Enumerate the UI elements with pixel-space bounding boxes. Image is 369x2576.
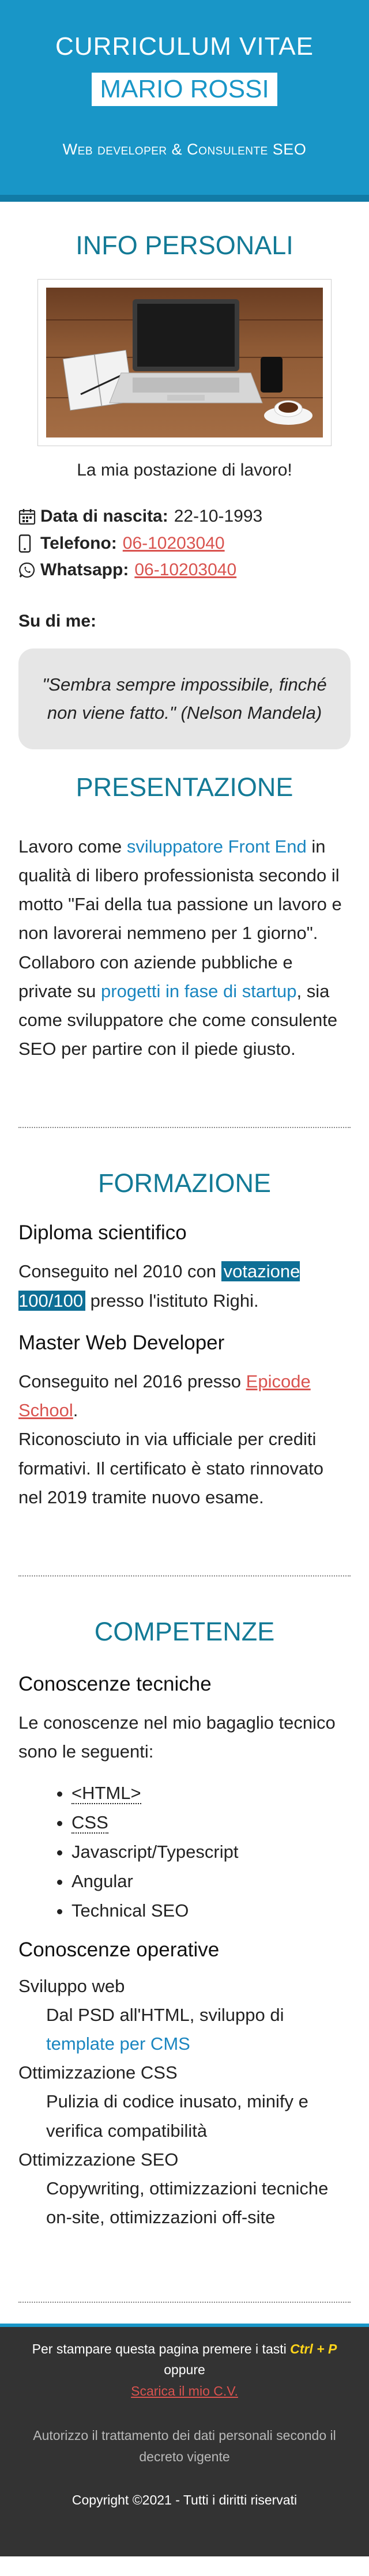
- photo-caption: La mia postazione di lavoro!: [77, 461, 292, 480]
- operational-skill-desc: Copywriting, ottimizzazioni tecniche on-…: [46, 2178, 329, 2228]
- birth-date-label: Data di nascita:: [40, 507, 168, 526]
- education-item-title: Master Web Developer: [18, 1331, 225, 1354]
- operational-skill-term: Ottimizzazione SEO: [18, 2149, 179, 2170]
- skill-item: Technical SEO: [71, 1896, 351, 1926]
- education-text: Riconosciuto in via ufficiale per credit…: [18, 1429, 323, 1507]
- skills-intro: Le conoscenze nel mio bagaglio tecnico s…: [18, 1712, 336, 1762]
- skill-item: <HTML>: [71, 1779, 351, 1808]
- cms-templates-link[interactable]: template per CMS: [46, 2034, 190, 2054]
- whatsapp-icon: [18, 561, 40, 579]
- education-section-title: FORMAZIONE: [98, 1168, 271, 1198]
- operational-skill-text: Dal PSD all'HTML, sviluppo di: [46, 2004, 284, 2025]
- mobile-phone-icon: [18, 534, 40, 553]
- whatsapp-row: Whatsapp: 06-10203040: [18, 557, 351, 584]
- operational-skills-subtitle: Conoscenze operative: [18, 1938, 220, 1961]
- laptop-illustration: [62, 299, 312, 425]
- workstation-image: [46, 288, 323, 437]
- workstation-photo: [37, 279, 332, 446]
- front-end-link[interactable]: sviluppatore Front End: [127, 836, 307, 857]
- print-instructions: Per stampare questa pagina premere i tas…: [17, 2339, 352, 2381]
- skill-item: Javascript/Typescript: [71, 1838, 351, 1867]
- download-cv-link[interactable]: Scarica il mio C.V.: [131, 2383, 238, 2398]
- print-text: oppure: [164, 2362, 205, 2378]
- education-item-desc: Conseguito nel 2016 presso Epicode Schoo…: [18, 1367, 351, 1512]
- cv-content: INFO PERSONALI La mia postazione di lavo…: [0, 231, 369, 2303]
- phone-label: Telefono:: [40, 533, 117, 553]
- copyright: Copyright ©2021 - Tutti i diritti riserv…: [71, 2492, 298, 2507]
- education-text: Conseguito nel 2016 presso: [18, 1371, 246, 1391]
- section-divider: [18, 2301, 351, 2303]
- presentation-text: Lavoro come sviluppatore Front End in qu…: [18, 832, 351, 1064]
- startup-projects-link[interactable]: progetti in fase di startup: [101, 981, 296, 1001]
- about-label: Su di me:: [18, 611, 97, 631]
- operational-skill-desc: Pulizia di codice inusato, minify e veri…: [46, 2091, 308, 2141]
- phone-link[interactable]: 06-10203040: [123, 530, 225, 557]
- skills-list: <HTML> CSS Javascript/Typescript Angular…: [18, 1779, 351, 1925]
- education-item-desc: Conseguito nel 2010 con votazione 100/10…: [18, 1257, 351, 1315]
- presentation-text-part: Lavoro come: [18, 836, 127, 857]
- operational-skills-list: Sviluppo web Dal PSD all'HTML, sviluppo …: [18, 1972, 351, 2232]
- page-footer: Per stampare questa pagina premere i tas…: [0, 2323, 369, 2556]
- print-shortcut: Ctrl + P: [290, 2341, 337, 2356]
- skill-label: CSS: [71, 1812, 108, 1834]
- skill-item: CSS: [71, 1808, 351, 1838]
- presentation-section-title: PRESENTAZIONE: [76, 772, 293, 802]
- birth-date-value: 22-10-1993: [174, 507, 263, 526]
- operational-skill-desc: Dal PSD all'HTML, sviluppo di template p…: [18, 2001, 351, 2058]
- section-divider: [18, 1575, 351, 1576]
- skills-subtitle: Conoscenze tecniche: [18, 1672, 212, 1695]
- operational-skill-term: Sviluppo web: [18, 1975, 125, 1996]
- person-role: Web developer & Consulente SEO: [62, 141, 307, 159]
- birth-date-row: Data di nascita: 22-10-1993: [18, 503, 351, 530]
- education-item-title: Diploma scientifico: [18, 1221, 187, 1244]
- section-divider: [18, 1127, 351, 1129]
- privacy-consent: Autorizzo il trattamento dei dati person…: [33, 2427, 336, 2464]
- print-text: Per stampare questa pagina premere i tas…: [32, 2341, 291, 2356]
- education-text: .: [73, 1400, 78, 1421]
- skills-section-title: COMPETENZE: [94, 1616, 275, 1646]
- phone-row: Telefono: 06-10203040: [18, 530, 351, 557]
- education-text: Conseguito nel 2010 con: [18, 1261, 221, 1282]
- page-title: CURRICULUM VITAE: [55, 32, 314, 61]
- skill-item: Angular: [71, 1867, 351, 1896]
- calendar-icon: [18, 508, 40, 525]
- info-section-title: INFO PERSONALI: [76, 231, 293, 260]
- education-text: presso l'istituto Righi.: [85, 1290, 259, 1311]
- personal-facts: Data di nascita: 22-10-1993 Telefono: 06…: [18, 503, 351, 584]
- presentation-text-part: in qualità di libero professionista seco…: [18, 836, 342, 1001]
- skill-label: <HTML>: [71, 1783, 141, 1805]
- quote-box: "Sembra sempre impossibile, finché non v…: [18, 648, 351, 749]
- person-name: MARIO ROSSI: [92, 72, 277, 107]
- whatsapp-link[interactable]: 06-10203040: [134, 557, 236, 584]
- operational-skill-term: Ottimizzazione CSS: [18, 2062, 178, 2083]
- whatsapp-label: Whatsapp:: [40, 560, 129, 579]
- cv-header: CURRICULUM VITAE MARIO ROSSI Web develop…: [0, 0, 369, 202]
